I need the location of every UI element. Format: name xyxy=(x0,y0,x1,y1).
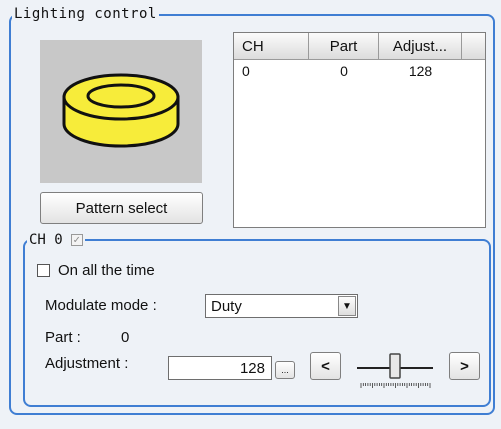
part-label: Part : xyxy=(45,329,81,346)
pattern-select-button[interactable]: Pattern select xyxy=(40,192,203,224)
part-value: 0 xyxy=(121,329,130,346)
column-header-ch[interactable]: CH xyxy=(234,33,309,59)
always-on-checkbox[interactable] xyxy=(37,264,50,277)
increase-button[interactable]: > xyxy=(449,352,480,380)
cell-adjustment: 128 xyxy=(408,63,433,79)
channel-table: CH Part Adjust... 0 0 128 xyxy=(233,32,486,228)
lighting-control-title: Lighting control xyxy=(12,6,159,22)
table-header: CH Part Adjust... xyxy=(234,33,485,60)
ring-light-icon xyxy=(62,73,180,148)
always-on-row[interactable]: On all the time xyxy=(37,262,155,279)
cell-ch: 0 xyxy=(242,63,250,79)
adjustment-slider[interactable] xyxy=(355,346,435,390)
modulate-mode-select[interactable]: Duty ▼ xyxy=(205,294,358,318)
modulate-mode-label: Modulate mode : xyxy=(45,297,157,314)
slider-thumb[interactable] xyxy=(389,353,401,379)
slider-ticks xyxy=(360,383,431,388)
table-row[interactable]: 0 0 128 xyxy=(234,60,485,82)
channel-title: CH 0 xyxy=(29,232,63,248)
light-pattern-preview xyxy=(40,40,202,183)
column-header-part[interactable]: Part xyxy=(309,33,379,59)
adjustment-label: Adjustment : xyxy=(45,355,129,372)
decrease-button[interactable]: < xyxy=(310,352,341,380)
adjustment-input[interactable]: 128 xyxy=(168,356,272,380)
channel-enabled-checkbox[interactable]: ✓ xyxy=(70,234,83,246)
slider-track xyxy=(357,353,433,388)
column-header-adjustment[interactable]: Adjust... xyxy=(379,33,462,59)
adjustment-ellipsis-button[interactable]: ... xyxy=(275,361,295,379)
channel-title-area: CH 0 ✓ xyxy=(27,232,85,248)
always-on-label: On all the time xyxy=(58,262,155,279)
column-header-filler xyxy=(462,33,485,59)
cell-part: 0 xyxy=(340,63,348,79)
modulate-mode-value: Duty xyxy=(211,297,242,315)
chevron-down-icon[interactable]: ▼ xyxy=(338,296,356,316)
